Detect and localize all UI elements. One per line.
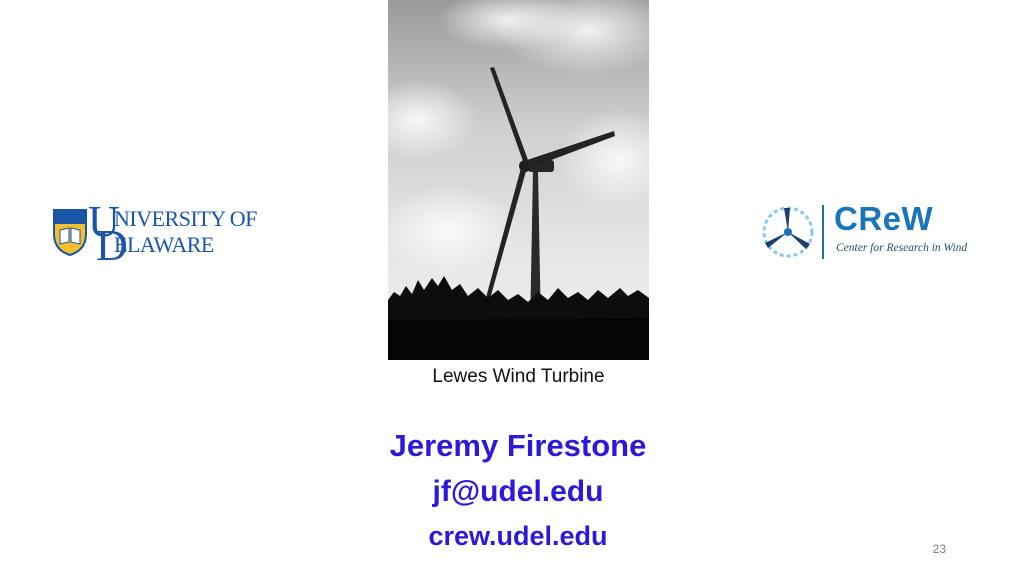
contact-website: crew.udel.edu — [428, 521, 608, 551]
contact-email: jf@udel.edu — [432, 475, 604, 508]
slide: U D NIVERSITY OF ELAWARE Lewes Wind Turb… — [0, 0, 1024, 576]
photo-caption: Lewes Wind Turbine — [432, 366, 605, 387]
turbine-rotor-icon — [762, 206, 814, 258]
crew-full-name: Center for Research in Wind — [836, 242, 968, 254]
crew-acronym: CReW — [834, 200, 934, 237]
crew-logo: CReW Center for Research in Wind — [760, 200, 980, 262]
wind-turbine-photo — [388, 0, 649, 360]
contact-name: Jeremy Firestone — [389, 428, 647, 463]
slide-number: 23 — [932, 542, 946, 556]
ud-shield-icon — [53, 209, 87, 256]
ud-university-text: NIVERSITY OF — [114, 206, 257, 231]
crew-divider — [822, 205, 824, 259]
university-of-delaware-logo: U D NIVERSITY OF ELAWARE — [52, 200, 257, 270]
ud-delaware-text: ELAWARE — [114, 232, 214, 257]
